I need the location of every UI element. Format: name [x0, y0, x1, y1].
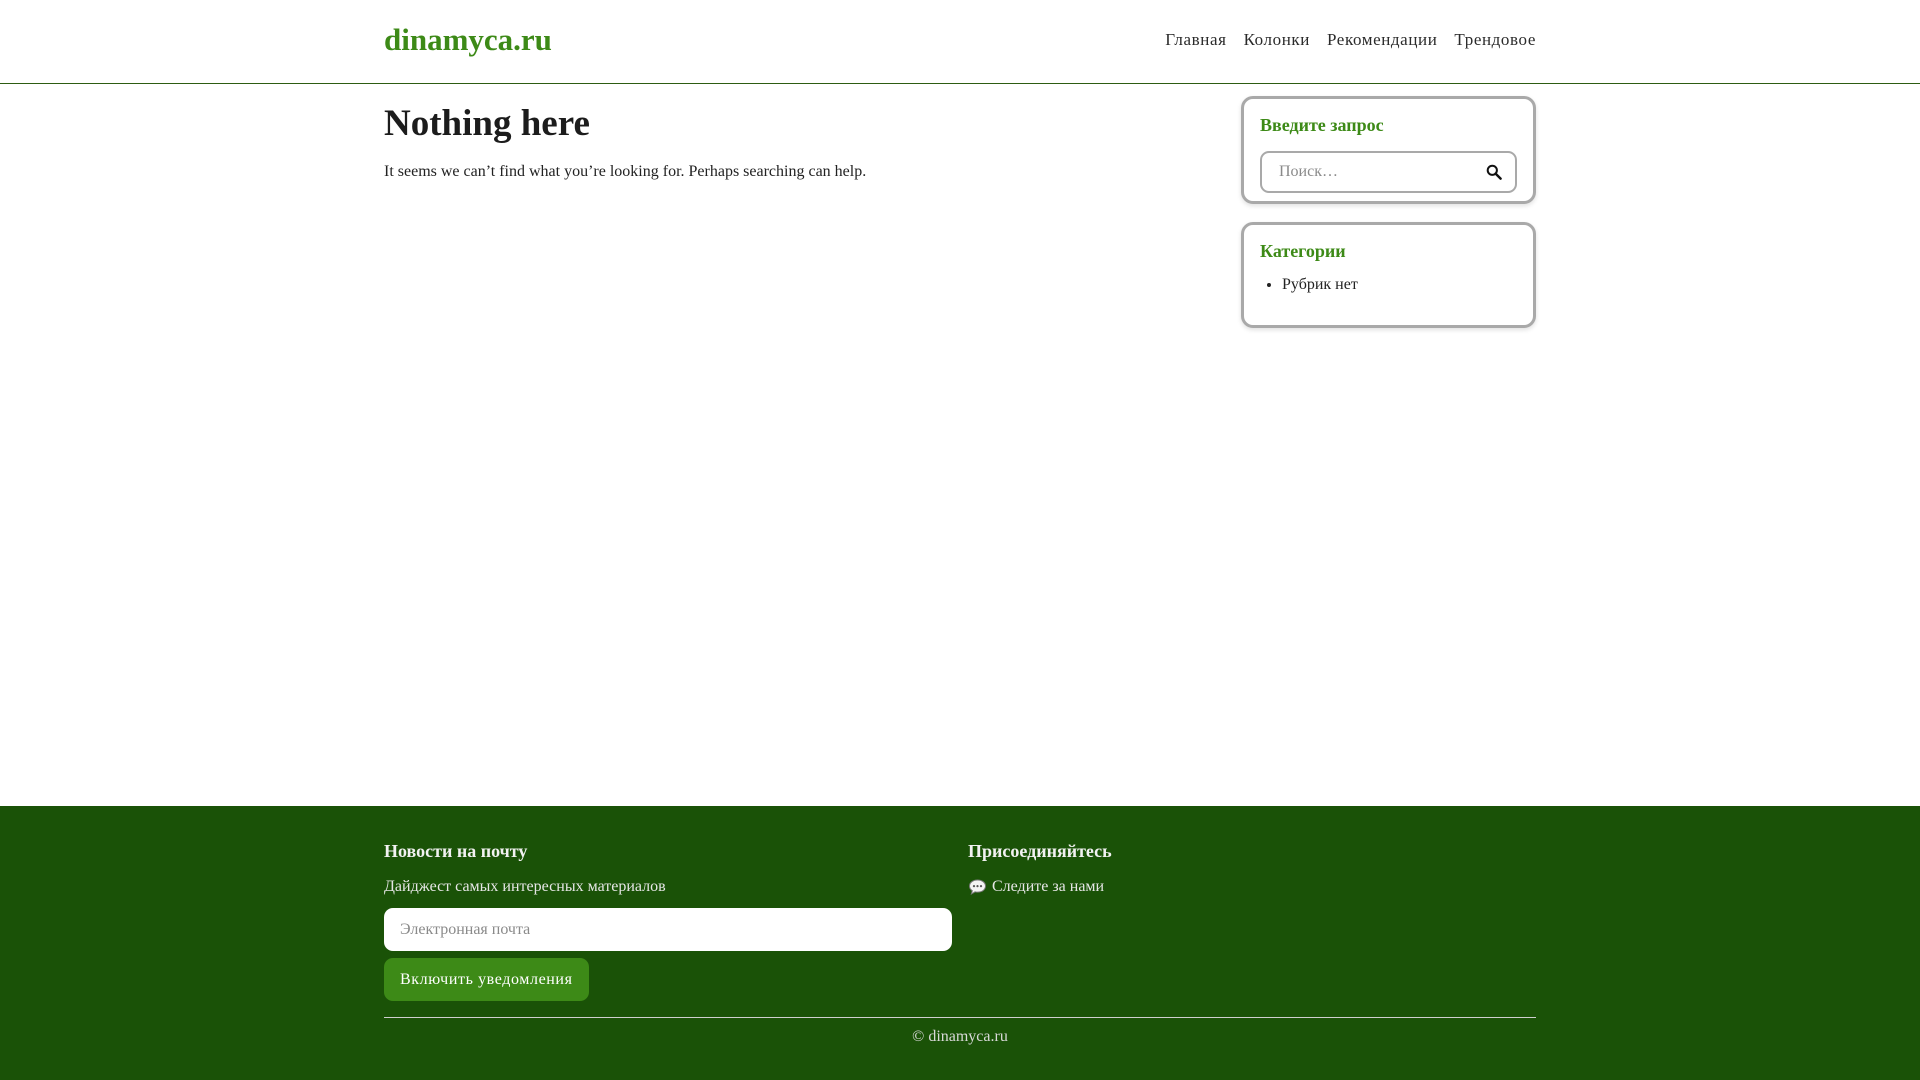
search-icon — [1486, 164, 1502, 180]
social-title: Присоединяйтесь — [968, 841, 1112, 861]
email-field[interactable] — [384, 908, 952, 951]
site-footer: Новости на почту Дайджест самых интересн… — [0, 806, 1920, 1080]
page-title: Nothing here — [384, 103, 590, 144]
nav-item-columns[interactable]: Колонки — [1244, 30, 1310, 50]
categories-widget-title: Категории — [1260, 241, 1346, 261]
search-button[interactable] — [1483, 161, 1505, 183]
main-content: Nothing here It seems we can’t find what… — [0, 84, 1920, 806]
not-found-message: It seems we can’t find what you’re looki… — [384, 163, 867, 180]
site-header: dinamyca.ru Главная Колонки Рекомендации… — [0, 0, 1920, 84]
nav-item-recommendations[interactable]: Рекомендации — [1327, 30, 1437, 50]
search-widget: Введите запрос — [1241, 96, 1536, 204]
nav-item-trending[interactable]: Трендовое — [1454, 30, 1536, 50]
newsletter-description: Дайджест самых интересных материалов — [384, 878, 666, 895]
copyright: © dinamyca.ru — [912, 1028, 1008, 1045]
newsletter-title: Новости на почту — [384, 841, 528, 861]
categories-widget: Категории Рубрик нет — [1241, 222, 1536, 328]
follow-us-label: Следите за нами — [992, 878, 1105, 895]
search-input[interactable] — [1277, 162, 1483, 182]
search-box — [1260, 151, 1517, 193]
search-widget-title: Введите запрос — [1260, 115, 1384, 135]
main-nav: Главная Колонки Рекомендации Трендовое — [1165, 30, 1536, 50]
category-item: Рубрик нет — [1282, 276, 1517, 294]
nav-item-home[interactable]: Главная — [1165, 30, 1226, 50]
speech-bubble-icon — [968, 879, 987, 896]
footer-divider — [384, 1017, 1536, 1018]
follow-us-link[interactable]: Следите за нами — [968, 878, 1104, 896]
categories-list: Рубрик нет — [1260, 276, 1517, 294]
site-logo[interactable]: dinamyca.ru — [384, 22, 552, 58]
subscribe-button[interactable]: Включить уведомления — [384, 958, 589, 1001]
